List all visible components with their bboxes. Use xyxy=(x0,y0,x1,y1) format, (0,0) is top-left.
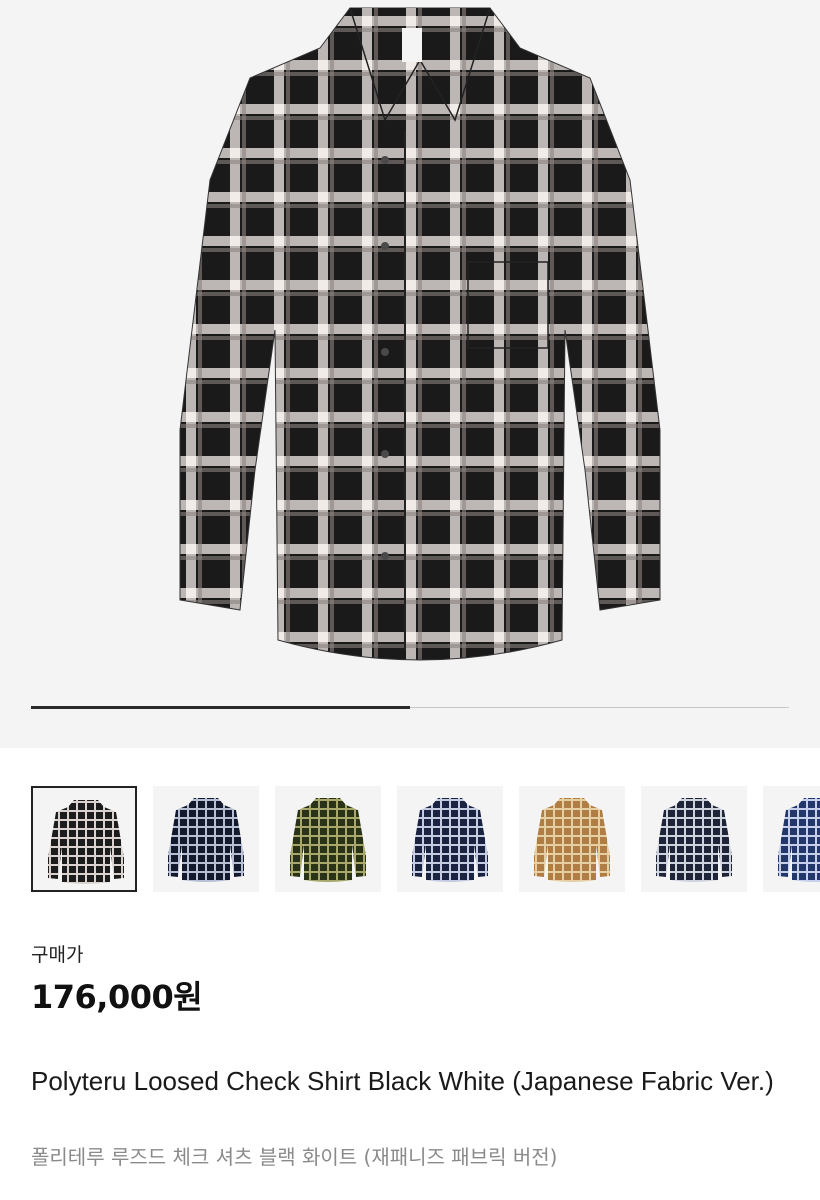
price: 176,000원 xyxy=(31,978,203,1016)
shirt-thumbnail-icon xyxy=(290,798,366,882)
thumbnail-navy[interactable] xyxy=(153,786,259,892)
thumbnail-beige[interactable] xyxy=(519,786,625,892)
product-image-area[interactable] xyxy=(0,0,820,748)
gallery-progress-fill xyxy=(31,706,410,709)
shirt-thumbnail-icon xyxy=(656,798,732,882)
gallery-progress-track xyxy=(31,706,789,709)
thumbnail-strip[interactable] xyxy=(31,786,820,894)
plaid-shirt-image xyxy=(179,7,661,661)
shirt-thumbnail-icon xyxy=(48,800,124,884)
product-name-ko: 폴리테루 루즈드 체크 셔츠 블랙 화이트 (재패니즈 패브릭 버전) xyxy=(31,1145,558,1169)
shirt-thumbnail-icon xyxy=(412,798,488,882)
price-label: 구매가 xyxy=(31,944,84,966)
product-name-en: Polyteru Loosed Check Shirt Black White … xyxy=(31,1066,774,1096)
thumbnail-charcoal-navy[interactable] xyxy=(641,786,747,892)
shirt-thumbnail-icon xyxy=(778,798,820,882)
thumbnail-olive[interactable] xyxy=(275,786,381,892)
shirt-thumbnail-icon xyxy=(534,798,610,882)
thumbnail-navy-blue[interactable] xyxy=(397,786,503,892)
shirt-thumbnail-icon xyxy=(168,798,244,882)
thumbnail-blue[interactable] xyxy=(763,786,820,892)
thumbnail-black-white[interactable] xyxy=(31,786,137,892)
